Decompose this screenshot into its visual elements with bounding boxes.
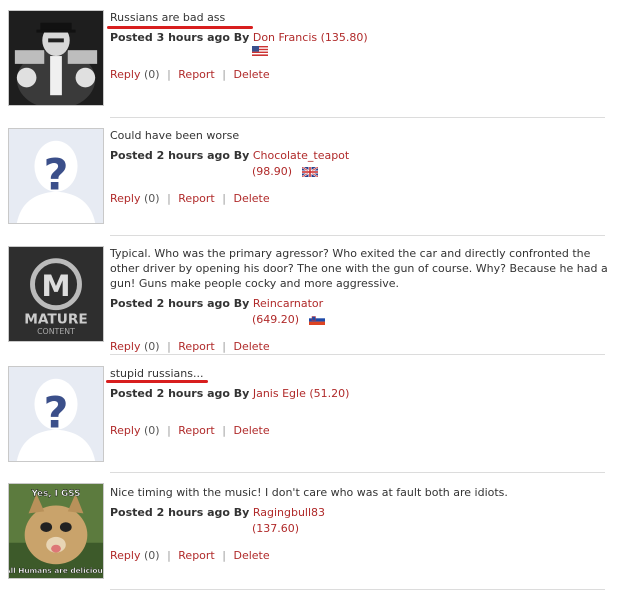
posted-label: Posted 2 hours ago By: [110, 387, 250, 400]
posted-label: Posted 2 hours ago By: [110, 297, 250, 310]
separator: |: [222, 192, 226, 205]
user-score: (649.20): [252, 313, 300, 326]
cat-top-caption: Yes, I GSS: [31, 489, 81, 499]
mature-letter: M: [41, 269, 70, 303]
separator: |: [167, 424, 171, 437]
username-link[interactable]: Ragingbull83: [253, 506, 325, 519]
delete-link[interactable]: Delete: [233, 340, 269, 353]
comment-divider: [110, 472, 605, 473]
delete-link[interactable]: Delete: [233, 68, 269, 81]
reply-count: (0): [143, 549, 160, 562]
cat-bottom-caption: All Humans are delicious: [9, 566, 103, 575]
user-score: (137.60): [252, 522, 300, 535]
reply-link[interactable]: Reply: [110, 340, 140, 353]
comment-text: Could have been worse: [110, 129, 240, 142]
comment-text: Russians are bad ass: [110, 11, 226, 24]
avatar[interactable]: ?: [8, 366, 104, 462]
user-score: (135.80): [320, 31, 368, 44]
reply-link[interactable]: Reply: [110, 424, 140, 437]
reply-link[interactable]: Reply: [110, 192, 140, 205]
avatar[interactable]: M MATURE CONTENT: [8, 246, 104, 342]
report-link[interactable]: Report: [178, 340, 214, 353]
us-flag-icon: [252, 46, 268, 56]
avatar[interactable]: [8, 10, 104, 106]
username-link[interactable]: Reincarnator: [253, 297, 323, 310]
comment-divider: [110, 354, 605, 355]
gunman-avatar-image: [9, 11, 103, 105]
comment-divider: [110, 117, 605, 118]
reply-count: (0): [143, 340, 160, 353]
comment-text: stupid russians...: [110, 367, 204, 380]
avatar[interactable]: Yes, I GSS All Humans are delicious: [8, 483, 104, 579]
reply-count: (0): [143, 68, 160, 81]
avatar[interactable]: ?: [8, 128, 104, 224]
separator: |: [222, 340, 226, 353]
cat-avatar-image: Yes, I GSS All Humans are delicious: [9, 484, 103, 578]
separator: |: [167, 192, 171, 205]
delete-link[interactable]: Delete: [233, 424, 269, 437]
comment-text: Nice timing with the music! I don't care…: [110, 486, 508, 499]
reply-link[interactable]: Reply: [110, 68, 140, 81]
content-label: CONTENT: [37, 327, 75, 336]
user-score: (98.90): [252, 165, 293, 178]
reply-link[interactable]: Reply: [110, 549, 140, 562]
report-link[interactable]: Report: [178, 549, 214, 562]
comment-divider: [110, 235, 605, 236]
reply-count: (0): [143, 424, 160, 437]
mature-label: MATURE: [24, 311, 88, 327]
username-link[interactable]: Janis Egle: [253, 387, 306, 400]
separator: |: [222, 424, 226, 437]
slovenia-flag-icon: [308, 315, 325, 325]
report-link[interactable]: Report: [178, 192, 214, 205]
separator: |: [167, 549, 171, 562]
reply-count: (0): [143, 192, 160, 205]
username-link[interactable]: Don Francis: [253, 31, 317, 44]
uk-flag-icon: [301, 167, 318, 177]
posted-label: Posted 2 hours ago By: [110, 149, 250, 162]
svg-text:?: ?: [44, 389, 69, 439]
delete-link[interactable]: Delete: [233, 549, 269, 562]
comment-text: Typical. Who was the primary agressor? W…: [110, 247, 608, 290]
separator: |: [167, 68, 171, 81]
separator: |: [167, 340, 171, 353]
red-underline-annotation: [107, 26, 253, 29]
separator: |: [222, 549, 226, 562]
placeholder-avatar-image: ?: [9, 129, 103, 223]
username-link[interactable]: Chocolate_teapot: [253, 149, 349, 162]
report-link[interactable]: Report: [178, 424, 214, 437]
comment-divider: [110, 589, 605, 590]
mature-content-avatar-image: M MATURE CONTENT: [9, 247, 103, 341]
placeholder-avatar-image: ?: [9, 367, 103, 461]
red-underline-annotation: [106, 380, 208, 383]
user-score: (51.20): [309, 387, 350, 400]
posted-label: Posted 3 hours ago By: [110, 31, 250, 44]
report-link[interactable]: Report: [178, 68, 214, 81]
separator: |: [222, 68, 226, 81]
posted-label: Posted 2 hours ago By: [110, 506, 250, 519]
svg-text:?: ?: [44, 151, 69, 201]
delete-link[interactable]: Delete: [233, 192, 269, 205]
